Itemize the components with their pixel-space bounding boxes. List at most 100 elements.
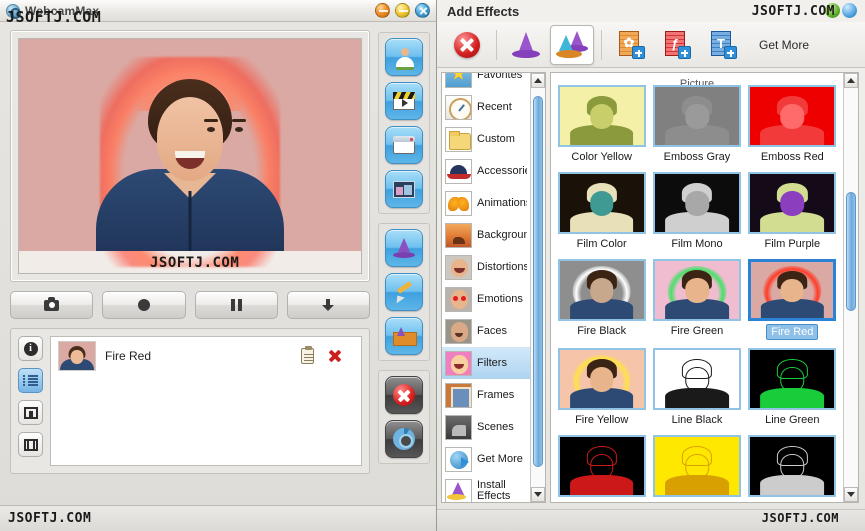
category-item-filters[interactable]: Filters xyxy=(442,347,530,379)
picture-icon xyxy=(23,406,38,419)
cut-off-label: Picture xyxy=(679,78,715,85)
category-label: Get More xyxy=(477,453,523,465)
webcam-source-button[interactable] xyxy=(385,38,423,76)
category-label: Frames xyxy=(477,389,515,401)
film-view-button[interactable] xyxy=(18,432,43,457)
effects-scroll-thumb[interactable] xyxy=(846,191,856,312)
category-label: Faces xyxy=(477,325,507,337)
effect-thumbnail xyxy=(652,85,741,147)
transport-controls xyxy=(10,291,370,319)
list-item[interactable]: Fire Red xyxy=(51,337,361,375)
effect-cell-fire-black[interactable]: Fire Black xyxy=(557,259,646,340)
category-item-emotions[interactable]: Emotions xyxy=(442,283,530,315)
effects-box-button[interactable] xyxy=(385,317,423,355)
effect-cell[interactable] xyxy=(748,435,837,497)
red-eyes-face-icon xyxy=(445,286,472,312)
category-item-custom[interactable]: Custom xyxy=(442,123,530,155)
active-effects-list[interactable]: Fire Red xyxy=(50,336,362,466)
effect-actions xyxy=(301,346,354,364)
effects-scroll-down-button[interactable] xyxy=(844,487,858,502)
effect-cell-line-black[interactable]: Line Black xyxy=(652,348,741,427)
category-scroll-thumb[interactable] xyxy=(533,95,543,468)
effect-cell-film-mono[interactable]: Film Mono xyxy=(652,172,741,251)
category-label: Favorites xyxy=(477,73,523,81)
save-button[interactable] xyxy=(286,291,370,319)
category-scroll-down-button[interactable] xyxy=(531,487,545,502)
snapshot-button[interactable] xyxy=(10,291,94,319)
effect-thumbnail xyxy=(652,172,741,234)
clapperboard-icon xyxy=(393,92,415,110)
category-scrollbar[interactable] xyxy=(530,73,545,502)
effect-cell-film-purple[interactable]: Film Purple xyxy=(748,172,837,251)
category-item-recent[interactable]: Recent xyxy=(442,91,530,123)
red-x-icon[interactable] xyxy=(328,349,342,363)
category-item-faces[interactable]: Faces xyxy=(442,315,530,347)
effect-label: Fire Green xyxy=(670,325,724,337)
add-flash-button[interactable]: ƒ xyxy=(655,25,699,65)
effect-cell[interactable] xyxy=(652,435,741,497)
effects-scroll-track[interactable] xyxy=(844,88,858,487)
category-item-accessories[interactable]: Accessories xyxy=(442,155,530,187)
get-more-button[interactable]: Get More xyxy=(759,38,809,52)
all-effects-button[interactable] xyxy=(550,24,594,65)
category-scroll-up-button[interactable] xyxy=(531,73,545,88)
effect-cell-line-green[interactable]: Line Green xyxy=(748,348,837,427)
picture-view-button[interactable] xyxy=(18,400,43,425)
effects-grid[interactable]: Picture Color Yellow Emboss Gray Emboss Re… xyxy=(551,73,843,502)
video-clip-button[interactable] xyxy=(385,82,423,120)
effects-panel-header: Add Effects JSOFTJ.COM xyxy=(437,0,865,22)
list-icon xyxy=(23,374,38,387)
watermark-statusbar: JSOFTJ.COM xyxy=(8,511,92,526)
main-window: WebcamMax JSOFTJ.COM i Fire Red JSOFTJ.C… xyxy=(0,0,437,531)
category-scroll-track[interactable] xyxy=(531,88,545,487)
effect-cell-emboss-red[interactable]: Emboss Red xyxy=(748,85,837,164)
stop-button[interactable] xyxy=(385,376,423,414)
effect-cell-film-color[interactable]: Film Color xyxy=(557,172,646,251)
clipboard-icon[interactable] xyxy=(301,346,314,364)
desktop-window-button[interactable] xyxy=(385,126,423,164)
settings-button[interactable] xyxy=(385,420,423,458)
remove-all-effects-button[interactable] xyxy=(445,25,489,65)
category-label: Custom xyxy=(477,133,515,145)
doodle-button[interactable] xyxy=(385,273,423,311)
add-picture-button[interactable]: ✿ xyxy=(609,25,653,65)
effect-label: Fire Yellow xyxy=(575,414,629,426)
effects-button[interactable] xyxy=(385,229,423,267)
side-toolbar-group-system xyxy=(378,370,430,464)
effect-cell-fire-yellow[interactable]: Fire Yellow xyxy=(557,348,646,427)
effect-cell-fire-green[interactable]: Fire Green xyxy=(652,259,741,340)
category-item-animations[interactable]: Animations xyxy=(442,187,530,219)
effect-cell[interactable] xyxy=(557,435,646,497)
minimize-button[interactable] xyxy=(375,3,390,18)
watermark-bubbles xyxy=(825,3,857,18)
record-button[interactable] xyxy=(102,291,186,319)
effects-scroll-up-button[interactable] xyxy=(844,73,858,88)
category-item-scenes[interactable]: Scenes xyxy=(442,411,530,443)
info-view-button[interactable]: i xyxy=(18,336,43,361)
webcam-preview[interactable] xyxy=(18,38,362,274)
maximize-button[interactable] xyxy=(395,3,410,18)
category-item-distortions[interactable]: Distortions xyxy=(442,251,530,283)
category-item-background[interactable]: Background xyxy=(442,219,530,251)
effect-label: Film Mono xyxy=(671,238,723,250)
effect-thumbnail xyxy=(652,348,741,410)
list-view-button[interactable] xyxy=(18,368,43,393)
effects-scrollbar[interactable] xyxy=(843,73,858,502)
pause-button[interactable] xyxy=(194,291,278,319)
effect-cell-color-yellow[interactable]: Color Yellow xyxy=(557,85,646,164)
effect-cell-emboss-gray[interactable]: Emboss Gray xyxy=(652,85,741,164)
category-item-frames[interactable]: Frames xyxy=(442,379,530,411)
category-item-install-effects[interactable]: Install Effects xyxy=(442,475,530,502)
effect-thumbnail xyxy=(557,348,646,410)
category-list[interactable]: Favorites Recent Custom Accessories Animatio… xyxy=(442,73,530,502)
add-text-button[interactable]: T xyxy=(701,25,745,65)
category-item-get-more[interactable]: Get More xyxy=(442,443,530,475)
gallery-button[interactable] xyxy=(385,170,423,208)
effect-thumbnail xyxy=(557,435,646,497)
close-button[interactable] xyxy=(415,3,430,18)
category-item-favorites[interactable]: Favorites xyxy=(442,73,530,91)
effect-cell-fire-red[interactable]: Fire Red xyxy=(748,259,837,340)
film-icon xyxy=(23,438,38,451)
effect-label: Fire Red xyxy=(766,324,819,340)
effects-button[interactable] xyxy=(504,25,548,65)
